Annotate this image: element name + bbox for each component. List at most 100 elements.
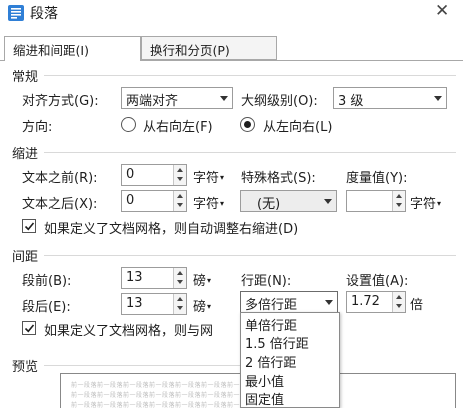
unit-label: 磅	[193, 300, 207, 315]
section-divider	[44, 75, 456, 76]
measure-unit-select[interactable]: 字符▾	[410, 193, 441, 212]
tab-label: 缩进和间距(I)	[13, 43, 89, 58]
line-spacing-value: 多倍行距	[245, 298, 298, 313]
indent-after-value: 0	[126, 193, 135, 208]
checkmark-icon	[24, 324, 35, 333]
caret-down-icon: ▾	[207, 302, 212, 311]
spinner-buttons[interactable]	[173, 165, 186, 185]
section-divider	[44, 152, 456, 153]
setting-value-input[interactable]: 1.72	[346, 291, 406, 313]
direction-ltr-label[interactable]: 从左向右(L)	[263, 116, 332, 135]
spinner-buttons[interactable]	[173, 294, 186, 314]
caret-down-icon: ▾	[220, 199, 225, 208]
line-spacing-option-fixed[interactable]: 固定值	[245, 389, 284, 408]
indent-after-label: 文本之后(X):	[22, 197, 98, 212]
arrow-up-icon[interactable]	[177, 271, 183, 275]
arrow-up-icon[interactable]	[396, 295, 402, 299]
spacing-grid-label[interactable]: 如果定义了文档网格，则与网	[44, 320, 213, 339]
line-spacing-label: 行距(N):	[241, 274, 292, 289]
special-format-label: 特殊格式(S):	[241, 171, 316, 186]
direction-ltr-radio[interactable]	[240, 117, 255, 132]
arrow-down-icon[interactable]	[396, 203, 402, 207]
indent-before-unit-select[interactable]: 字符▾	[193, 167, 224, 186]
outline-level-value: 3 级	[338, 94, 364, 109]
arrow-down-icon[interactable]	[396, 304, 402, 308]
arrow-down-icon[interactable]	[177, 203, 183, 207]
spacing-after-input[interactable]: 13	[121, 293, 187, 315]
setting-value-label: 设置值(A):	[346, 274, 409, 289]
spacing-grid-checkbox[interactable]	[22, 321, 36, 335]
caret-down-icon: ▾	[220, 173, 225, 182]
arrow-up-icon[interactable]	[177, 194, 183, 198]
unit-label: 字符	[193, 197, 220, 212]
window-title: 段落	[30, 6, 58, 22]
spinner-buttons[interactable]	[173, 191, 186, 211]
indent-before-label: 文本之前(R):	[22, 171, 98, 186]
direction-rtl-label[interactable]: 从右向左(F)	[143, 116, 213, 135]
outline-level-label: 大纲级别(O):	[241, 94, 318, 109]
line-spacing-option-single[interactable]: 单倍行距	[245, 315, 297, 334]
setting-value-value: 1.72	[351, 294, 380, 309]
unit-label: 字符	[193, 171, 220, 186]
line-spacing-dropdown-list: 单倍行距 1.5 倍行距 2 倍行距 最小值 固定值	[240, 312, 340, 408]
tab-label: 换行和分页(P)	[150, 43, 230, 58]
spinner-buttons[interactable]	[392, 292, 405, 312]
alignment-label: 对齐方式(G):	[22, 94, 99, 109]
indent-before-value: 0	[126, 167, 135, 182]
line-spacing-option-minimum[interactable]: 最小值	[245, 371, 284, 390]
indent-grid-label[interactable]: 如果定义了文档网格，则自动调整右缩进(D)	[44, 218, 298, 237]
section-general-title: 常规	[12, 70, 39, 85]
alignment-select[interactable]: 两端对齐	[121, 87, 233, 109]
unit-label: 磅	[193, 274, 207, 289]
spacing-before-unit-select[interactable]: 磅▾	[193, 270, 211, 289]
section-divider	[44, 255, 456, 256]
spacing-after-value: 13	[126, 296, 143, 311]
chevron-down-icon	[220, 96, 228, 101]
app-icon	[8, 5, 24, 21]
spinner-buttons[interactable]	[392, 191, 405, 211]
special-format-select[interactable]: (无)	[240, 190, 337, 212]
measure-input[interactable]	[346, 190, 406, 212]
measure-label: 度量值(Y):	[346, 171, 408, 186]
spacing-after-unit-select[interactable]: 磅▾	[193, 296, 211, 315]
special-format-value: (无)	[257, 197, 281, 212]
spacing-before-input[interactable]: 13	[121, 267, 187, 289]
line-spacing-option-double[interactable]: 2 倍行距	[245, 352, 296, 371]
chevron-down-icon	[434, 96, 442, 101]
spinner-buttons[interactable]	[173, 268, 186, 288]
chevron-down-icon	[324, 199, 332, 204]
spacing-before-value: 13	[126, 270, 143, 285]
caret-down-icon: ▾	[437, 199, 442, 208]
chevron-down-icon	[325, 300, 333, 305]
arrow-up-icon[interactable]	[396, 194, 402, 198]
section-spacing-title: 间距	[12, 250, 39, 265]
tab-line-page-breaks[interactable]: 换行和分页(P)	[141, 36, 277, 60]
setting-unit-label: 倍	[410, 298, 424, 313]
alignment-value: 两端对齐	[126, 94, 179, 109]
section-divider	[44, 365, 240, 366]
indent-after-unit-select[interactable]: 字符▾	[193, 193, 224, 212]
arrow-down-icon[interactable]	[177, 306, 183, 310]
section-indent-title: 缩进	[12, 147, 39, 162]
section-preview-title: 预览	[12, 360, 39, 375]
unit-label: 字符	[410, 197, 437, 212]
spacing-after-label: 段后(E):	[22, 300, 71, 315]
checkmark-icon	[24, 222, 35, 231]
indent-grid-checkbox[interactable]	[22, 219, 36, 233]
paragraph-dialog: 段落 ✕ 缩进和间距(I) 换行和分页(P) 常规 对齐方式(G): 两端对齐 …	[0, 0, 463, 408]
line-spacing-select[interactable]: 多倍行距	[240, 291, 338, 313]
arrow-down-icon[interactable]	[177, 280, 183, 284]
arrow-down-icon[interactable]	[177, 177, 183, 181]
caret-down-icon: ▾	[207, 276, 212, 285]
indent-before-input[interactable]: 0	[121, 164, 187, 186]
arrow-up-icon[interactable]	[177, 168, 183, 172]
arrow-up-icon[interactable]	[177, 297, 183, 301]
spacing-before-label: 段前(B):	[22, 274, 72, 289]
tab-indent-spacing[interactable]: 缩进和间距(I)	[4, 36, 141, 61]
indent-after-input[interactable]: 0	[121, 190, 187, 212]
close-icon[interactable]: ✕	[435, 2, 449, 20]
line-spacing-option-1-5[interactable]: 1.5 倍行距	[245, 333, 309, 352]
direction-rtl-radio[interactable]	[121, 117, 136, 132]
outline-level-select[interactable]: 3 级	[333, 87, 447, 109]
direction-label: 方向:	[22, 120, 53, 135]
